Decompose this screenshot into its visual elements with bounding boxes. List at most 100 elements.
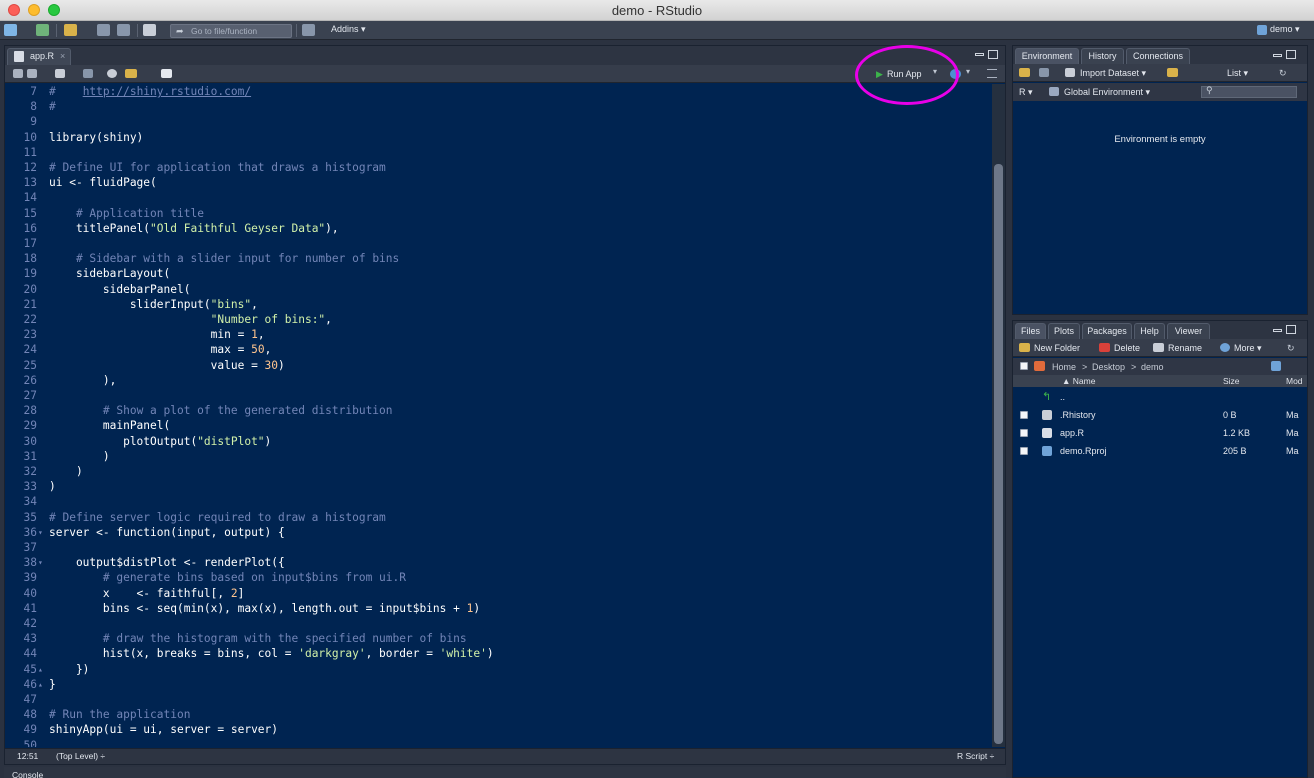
maximize-pane-icon[interactable] xyxy=(1286,325,1296,334)
run-app-dropdown-icon[interactable]: ▾ xyxy=(933,67,937,76)
code-line[interactable]: 20 sidebarPanel( xyxy=(5,282,991,297)
file-checkbox[interactable] xyxy=(1020,429,1028,437)
addins-menu[interactable]: Addins ▾ xyxy=(331,24,366,35)
code-line[interactable]: 46 ▴} xyxy=(5,677,991,692)
minimize-pane-icon[interactable] xyxy=(975,53,984,56)
save-icon[interactable] xyxy=(83,69,93,78)
code-line[interactable]: 25 value = 30) xyxy=(5,358,991,373)
tab-help[interactable]: Help xyxy=(1134,323,1165,339)
code-line[interactable]: 38 ▾ output$distPlot <- renderPlot({ xyxy=(5,555,991,570)
code-line[interactable]: 29 mainPanel( xyxy=(5,418,991,433)
code-line[interactable]: 50 xyxy=(5,738,991,747)
code-line[interactable]: 43 # draw the histogram with the specifi… xyxy=(5,631,991,646)
code-line[interactable]: 42 xyxy=(5,616,991,631)
file-type-selector[interactable]: R Script ÷ xyxy=(957,749,994,764)
code-line[interactable]: 39 # generate bins based on input$bins f… xyxy=(5,570,991,585)
file-name[interactable]: .Rhistory xyxy=(1060,406,1096,424)
code-tools-icon[interactable] xyxy=(125,69,137,78)
code-line[interactable]: 24 max = 50, xyxy=(5,342,991,357)
code-line[interactable]: 34 xyxy=(5,494,991,509)
code-line[interactable]: 35 # Define server logic required to draw… xyxy=(5,510,991,525)
code-line[interactable]: 30 plotOutput("distPlot") xyxy=(5,434,991,449)
breadcrumb-demo[interactable]: demo xyxy=(1141,361,1164,373)
code-line[interactable]: 28 # Show a plot of the generated distri… xyxy=(5,403,991,418)
code-line[interactable]: 27 xyxy=(5,388,991,403)
code-line[interactable]: 17 xyxy=(5,236,991,251)
code-line[interactable]: 40 x <- faithful[, 2] xyxy=(5,586,991,601)
file-checkbox[interactable] xyxy=(1020,447,1028,455)
delete-button[interactable]: Delete xyxy=(1114,342,1140,354)
code-line[interactable]: 33) xyxy=(5,479,991,494)
code-line[interactable]: 13 ui <- fluidPage( xyxy=(5,175,991,190)
column-modified-header[interactable]: Mod xyxy=(1286,375,1303,387)
publish-dropdown-icon[interactable]: ▾ xyxy=(966,67,970,76)
window-scrollbar[interactable] xyxy=(1308,45,1314,778)
code-line[interactable]: 47 xyxy=(5,692,991,707)
find-icon[interactable] xyxy=(107,69,117,78)
code-line[interactable]: 7 # http://shiny.rstudio.com/ xyxy=(5,84,991,99)
fold-toggle-icon[interactable]: ▾ xyxy=(38,525,43,540)
tab-plots[interactable]: Plots xyxy=(1048,323,1080,339)
language-selector[interactable]: R ▾ xyxy=(1019,86,1033,98)
code-line[interactable]: 18 # Sidebar with a slider input for num… xyxy=(5,251,991,266)
save-all-icon[interactable] xyxy=(117,24,130,36)
minimize-pane-icon[interactable] xyxy=(1273,54,1282,57)
parent-directory-row[interactable]: ↰ .. xyxy=(1013,388,1307,406)
new-file-icon[interactable] xyxy=(4,24,17,36)
code-line[interactable]: 31 ) xyxy=(5,449,991,464)
editor-scrollbar[interactable] xyxy=(992,84,1005,747)
document-outline-icon[interactable] xyxy=(987,69,997,78)
code-line[interactable]: 16 titlePanel("Old Faithful Geyser Data"… xyxy=(5,221,991,236)
code-line[interactable]: 32 ) xyxy=(5,464,991,479)
maximize-pane-icon[interactable] xyxy=(1286,50,1296,59)
load-workspace-icon[interactable] xyxy=(1019,68,1030,77)
code-line[interactable]: 22 "Number of bins:", xyxy=(5,312,991,327)
new-project-icon[interactable] xyxy=(36,24,49,36)
new-folder-button[interactable]: New Folder xyxy=(1034,342,1080,354)
home-icon[interactable] xyxy=(1034,361,1045,371)
print-icon[interactable] xyxy=(143,24,156,36)
tab-files[interactable]: Files xyxy=(1015,323,1046,339)
select-all-checkbox[interactable] xyxy=(1020,362,1028,370)
file-row[interactable]: app.R 1.2 KB Ma xyxy=(1013,424,1307,442)
tab-history[interactable]: History xyxy=(1081,48,1124,64)
publish-icon[interactable] xyxy=(950,69,961,79)
code-line[interactable]: 14 xyxy=(5,190,991,205)
code-line[interactable]: 23 min = 1, xyxy=(5,327,991,342)
goto-file-input[interactable]: ➦ Go to file/function xyxy=(170,24,292,38)
code-line[interactable]: 21 sliderInput("bins", xyxy=(5,297,991,312)
code-editor[interactable]: 7 # http://shiny.rstudio.com/8 #9 10 library… xyxy=(5,84,991,747)
open-file-icon[interactable] xyxy=(64,24,77,36)
tab-packages[interactable]: Packages xyxy=(1082,323,1132,339)
code-line[interactable]: 9 xyxy=(5,114,991,129)
show-in-window-icon[interactable] xyxy=(55,69,65,78)
forward-arrow-icon[interactable] xyxy=(27,69,37,78)
tab-app-r[interactable]: app.R × xyxy=(7,48,71,65)
file-name[interactable]: demo.Rproj xyxy=(1060,442,1107,460)
code-line[interactable]: 11 xyxy=(5,145,991,160)
project-file-icon[interactable] xyxy=(1271,361,1281,371)
code-token[interactable]: http://shiny.rstudio.com/ xyxy=(83,85,251,98)
back-arrow-icon[interactable] xyxy=(13,69,23,78)
close-tab-icon[interactable]: × xyxy=(60,49,65,64)
code-line[interactable]: 15 # Application title xyxy=(5,206,991,221)
file-row[interactable]: demo.Rproj 205 B Ma xyxy=(1013,442,1307,460)
file-name[interactable]: app.R xyxy=(1060,424,1084,442)
tab-environment[interactable]: Environment xyxy=(1015,48,1079,64)
tab-connections[interactable]: Connections xyxy=(1126,48,1190,64)
code-line[interactable]: 37 xyxy=(5,540,991,555)
breadcrumb-desktop[interactable]: Desktop xyxy=(1092,361,1125,373)
code-line[interactable]: 36 ▾ server <- function(input, output) { xyxy=(5,525,991,540)
code-line[interactable]: 45 ▴ }) xyxy=(5,662,991,677)
file-row[interactable]: .Rhistory 0 B Ma xyxy=(1013,406,1307,424)
maximize-pane-icon[interactable] xyxy=(988,50,998,59)
code-line[interactable]: 49 shinyApp(ui = ui, server = server) xyxy=(5,722,991,737)
scope-selector[interactable]: (Top Level) ÷ xyxy=(56,749,105,764)
minimize-pane-icon[interactable] xyxy=(1273,329,1282,332)
tab-viewer[interactable]: Viewer xyxy=(1167,323,1210,339)
save-icon[interactable] xyxy=(97,24,110,36)
list-view-menu[interactable]: List ▾ xyxy=(1227,67,1248,79)
more-menu[interactable]: More ▾ xyxy=(1234,342,1262,354)
clear-broom-icon[interactable] xyxy=(1167,68,1178,77)
fold-toggle-icon[interactable]: ▴ xyxy=(38,677,43,692)
